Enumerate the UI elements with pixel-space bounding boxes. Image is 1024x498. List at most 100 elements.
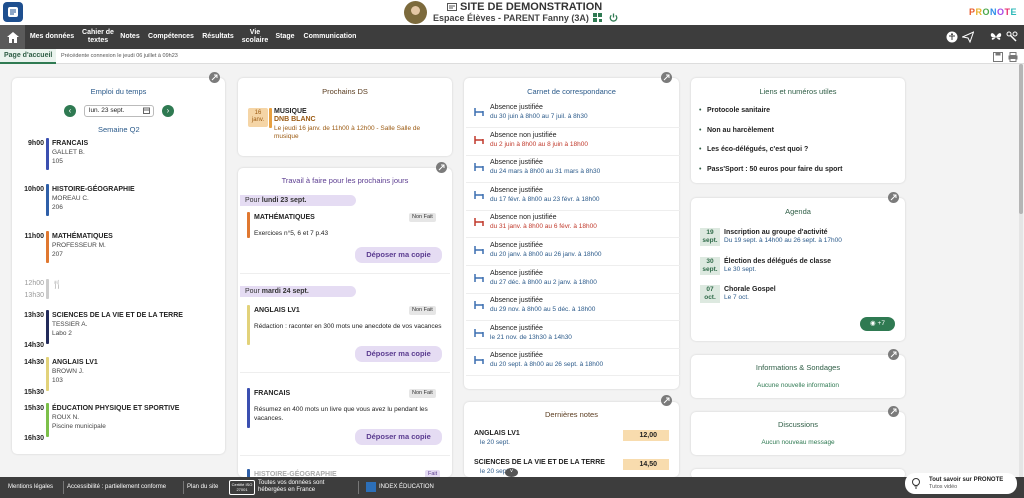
save-icon[interactable]	[993, 52, 1003, 62]
nav-cahier-de-textes[interactable]: Cahier de textes	[80, 25, 116, 49]
scroll-down-button[interactable]: ˅	[505, 468, 518, 477]
link-bullet: •	[699, 165, 702, 173]
agenda-more-button[interactable]: ◉ +7	[860, 317, 895, 331]
expand-agenda-button[interactable]	[888, 192, 899, 203]
expand-edt-button[interactable]	[209, 72, 220, 83]
ds-date-badge: 16 janv.	[248, 108, 268, 127]
footer-plan[interactable]: Plan du site	[187, 484, 218, 490]
course-teacher: TESSIER A.	[52, 321, 88, 328]
agenda-event-title[interactable]: Inscription au groupe d'activité	[724, 229, 828, 236]
homework-status[interactable]: Non Fait	[409, 389, 436, 398]
agenda-date-badge: 07 oct.	[700, 285, 720, 303]
agenda-event-title[interactable]: Élection des délégués de classe	[724, 258, 831, 265]
absence-icon	[474, 108, 484, 116]
course-subject[interactable]: FRANCAIS	[52, 140, 88, 147]
course-start-time: 9h00	[28, 140, 44, 147]
footer-divider	[358, 481, 359, 494]
nav-mes-donnees[interactable]: Mes données	[28, 25, 76, 49]
course-start-time: 14h30	[24, 359, 44, 366]
expand-travail-button[interactable]	[436, 162, 447, 173]
app-icon[interactable]	[3, 2, 23, 22]
day-prefix: Pour	[245, 288, 260, 295]
homework-subject: MATHÉMATIQUES	[254, 214, 315, 221]
useful-link[interactable]: Protocole sanitaire	[707, 107, 770, 114]
arrow-expand-icon	[890, 408, 897, 415]
note-value[interactable]: 14,50	[623, 459, 669, 470]
accessibility-icon[interactable]	[946, 31, 958, 43]
home-icon	[6, 31, 19, 43]
calendar-icon[interactable]	[143, 107, 150, 114]
course-subject[interactable]: MATHÉMATIQUES	[52, 233, 113, 240]
avatar[interactable]	[404, 1, 427, 24]
nav-stage[interactable]: Stage	[272, 25, 298, 49]
prev-day-button[interactable]: ‹	[64, 105, 76, 117]
deposer-copie-button[interactable]: Déposer ma copie	[355, 429, 442, 445]
power-icon[interactable]	[609, 13, 618, 22]
next-day-button[interactable]: ›	[162, 105, 174, 117]
homework-status[interactable]: Non Fait	[409, 306, 436, 315]
course-subject[interactable]: ANGLAIS LV1	[52, 359, 98, 366]
course-subject[interactable]: HISTOIRE-GÉOGRAPHIE	[52, 186, 135, 193]
useful-link[interactable]: Non au harcèlement	[707, 127, 774, 134]
course-subject[interactable]: ÉDUCATION PHYSIQUE ET SPORTIVE	[52, 405, 179, 412]
note-subject: SCIENCES DE LA VIE ET DE LA TERRE	[474, 459, 605, 466]
deposer-copie-button[interactable]: Déposer ma copie	[355, 247, 442, 263]
nav-resultats[interactable]: Résultats	[199, 25, 237, 49]
send-icon[interactable]	[962, 31, 974, 43]
deposer-copie-button[interactable]: Déposer ma copie	[355, 346, 442, 362]
footer-divider	[63, 481, 64, 494]
agenda-event-title[interactable]: Chorale Gospel	[724, 286, 776, 293]
qr-code-icon[interactable]	[593, 13, 602, 22]
expand-infos-button[interactable]	[888, 349, 899, 360]
butterfly-icon[interactable]	[990, 31, 1002, 43]
help-button[interactable]: Tout savoir sur PRONOTE Tutos vidéo	[905, 473, 1017, 494]
ds-type: DNB BLANC	[274, 116, 316, 123]
homework-divider	[240, 372, 450, 373]
carnet-detail: du 17 févr. à 8h00 au 23 févr. à 18h00	[490, 195, 600, 203]
carnet-type: Absence justifiée	[490, 242, 543, 249]
course-room: 206	[52, 204, 63, 211]
carnet-title: Carnet de correspondance	[527, 87, 616, 96]
tab-page-accueil[interactable]: Page d'accueil	[0, 49, 57, 64]
tools-icon[interactable]	[1006, 31, 1018, 43]
print-icon[interactable]	[1008, 52, 1018, 62]
course-end-time: 15h30	[24, 389, 44, 396]
course-color-bar	[46, 231, 49, 263]
carnet-detail: du 2 juin à 8h00 au 8 juin à 18h00	[490, 140, 588, 148]
absence-icon	[474, 273, 484, 282]
agenda-title: Agenda	[785, 207, 811, 216]
home-button[interactable]	[0, 25, 25, 49]
agenda-day: 07	[706, 286, 714, 293]
index-education-logo	[366, 482, 376, 492]
course-subject[interactable]: SCIENCES DE LA VIE ET DE LA TERRE	[52, 312, 183, 319]
expand-carnet-button[interactable]	[661, 72, 672, 83]
footer-mentions[interactable]: Mentions légales	[8, 484, 53, 490]
carnet-type: Absence justifiée	[490, 269, 543, 277]
expand-notes-button[interactable]	[661, 395, 672, 406]
nav-competences[interactable]: Compétences	[145, 25, 197, 49]
help-title: Tout savoir sur PRONOTE	[929, 477, 1004, 483]
last-connection: Précédente connexion le jeudi 06 juillet…	[61, 53, 178, 59]
absence-icon	[474, 135, 484, 144]
footer-accessibility[interactable]: Accessibilité : partiellement conforme	[67, 484, 166, 490]
course-teacher: PROFESSEUR M.	[52, 242, 106, 249]
expand-discussions-button[interactable]	[888, 406, 899, 417]
nav-vie-scolaire[interactable]: Vie scolaire	[240, 25, 270, 49]
useful-link[interactable]: Pass'Sport : 50 euros pour faire du spor…	[707, 166, 842, 173]
homework-divider	[240, 455, 450, 456]
nav-communication[interactable]: Communication	[300, 25, 360, 49]
useful-link[interactable]: Les éco-délégués, c'est quoi ?	[707, 146, 808, 153]
note-value[interactable]: 12,00	[623, 430, 669, 441]
nav-notes[interactable]: Notes	[117, 25, 143, 49]
scrollbar-thumb[interactable]	[1019, 64, 1023, 214]
scrollbar[interactable]	[1019, 64, 1023, 477]
notes-title: Dernières notes	[545, 410, 598, 419]
document-icon	[447, 3, 457, 11]
homework-status[interactable]: Non Fait	[409, 213, 436, 222]
link-bullet: •	[699, 107, 702, 114]
discussions-title: Discussions	[777, 420, 818, 429]
carnet-type: Absence justifiée	[490, 324, 543, 332]
course-room: Labo 2	[52, 330, 72, 337]
footer-index[interactable]: INDEX ÉDUCATION	[379, 484, 434, 490]
arrow-expand-icon	[663, 397, 670, 404]
